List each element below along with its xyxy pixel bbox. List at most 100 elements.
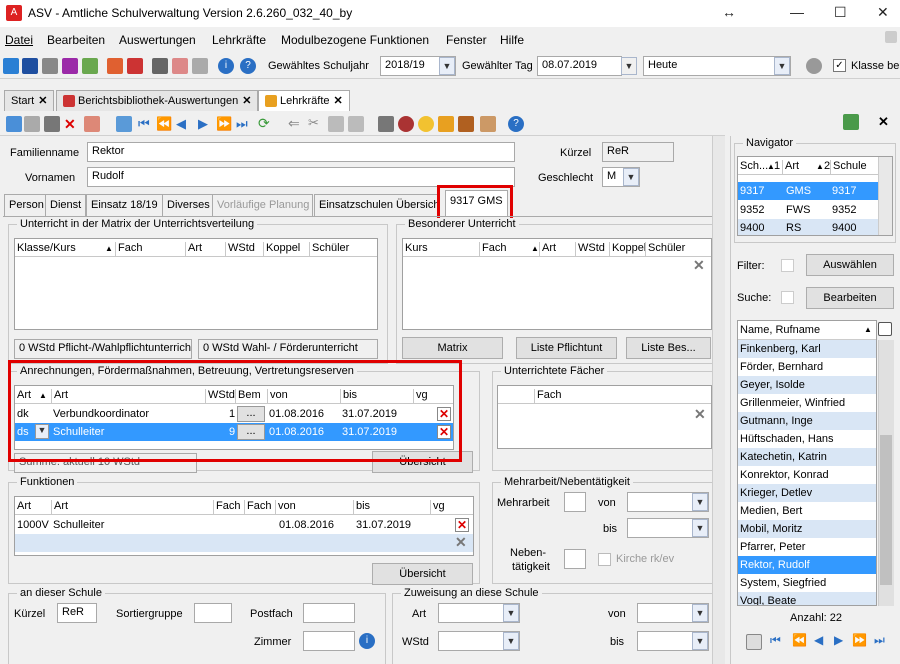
maximize-button[interactable]: ☐ <box>834 4 847 21</box>
nav-next-page-icon[interactable]: ⏩ <box>852 633 867 647</box>
chevron-down-icon[interactable]: ▼ <box>503 632 519 650</box>
menu-auswertungen[interactable]: Auswertungen <box>119 33 196 47</box>
list-item[interactable]: Hüftschaden, Hans <box>738 430 876 448</box>
school-row[interactable]: 9352 FWS 9352 <box>738 201 878 219</box>
tab-dienst[interactable]: Dienst <box>45 194 87 216</box>
card-icon[interactable] <box>22 58 38 74</box>
menu-modulbezogene[interactable]: Modulbezogene Funktionen <box>281 33 429 47</box>
chevron-down-icon[interactable]: ▼ <box>692 519 708 537</box>
help-icon[interactable]: ? <box>508 116 524 132</box>
menu-datei[interactable]: Datei <box>5 33 33 47</box>
col-art[interactable]: Art <box>15 500 31 514</box>
refresh-icon[interactable]: ⟳ <box>258 115 270 132</box>
col-schueler[interactable]: Schüler <box>309 242 349 256</box>
mehrarbeit-field[interactable] <box>564 492 586 512</box>
auswaehlen-button[interactable]: Auswählen <box>806 254 894 276</box>
delete-row-icon[interactable]: ✕ <box>455 534 467 551</box>
chevron-down-icon[interactable]: ▼ <box>774 57 790 75</box>
col-art[interactable]: Art <box>539 242 556 256</box>
content-scrollbar[interactable] <box>712 136 725 664</box>
close-navigator-icon[interactable]: ✕ <box>878 114 889 130</box>
arrow-left-icon[interactable]: ⇐ <box>288 115 300 132</box>
funktionen-grid[interactable]: Art Art Fach Fach von bis vg 1000V Schul… <box>14 496 474 556</box>
schule-kuerzel-field[interactable]: ReR <box>57 603 97 623</box>
kirche-checkbox[interactable] <box>598 553 611 566</box>
nav-next-icon[interactable]: ▶ <box>198 116 208 132</box>
book-icon[interactable] <box>107 58 123 74</box>
chevron-down-icon[interactable]: ▼ <box>692 632 708 650</box>
table-icon[interactable] <box>84 116 100 132</box>
delete-icon[interactable]: ✕ <box>64 116 80 132</box>
board-icon[interactable] <box>62 58 78 74</box>
scroll-thumb[interactable] <box>880 435 892 585</box>
new-icon[interactable] <box>6 116 22 132</box>
print-icon[interactable] <box>378 116 394 132</box>
col-art[interactable]: Art <box>782 160 799 174</box>
list-item[interactable]: Gutmann, Inge <box>738 412 876 430</box>
nav-first-icon[interactable]: ⏮ <box>770 633 781 648</box>
school-row[interactable]: 9400 RS 9400 <box>738 219 878 235</box>
col-bis[interactable]: bis <box>353 500 370 514</box>
col-art-bez[interactable]: Art <box>51 500 68 514</box>
calendar-icon[interactable] <box>127 58 143 74</box>
tab-diverses[interactable]: Diverses <box>162 194 215 216</box>
list-item[interactable]: Förder, Bernhard <box>738 358 876 376</box>
minimize-button[interactable]: — <box>790 4 804 20</box>
calendar-dropdown[interactable]: ▼ <box>621 57 637 75</box>
list-item[interactable]: System, Siegfried <box>738 574 876 592</box>
col-fach[interactable]: Fach <box>479 242 506 256</box>
nav-prev-icon[interactable]: ◀ <box>176 116 186 132</box>
col-vg[interactable]: vg <box>430 500 445 514</box>
info-icon[interactable]: i <box>218 58 234 74</box>
document-icon[interactable] <box>116 116 132 132</box>
menu-hilfe[interactable]: Hilfe <box>500 33 524 47</box>
chevron-down-icon[interactable]: ▼ <box>439 57 455 75</box>
list-item[interactable]: Pfarrer, Peter <box>738 538 876 556</box>
matrix-button[interactable]: Matrix <box>402 337 503 359</box>
list-settings-icon[interactable] <box>878 322 892 336</box>
list-item-selected[interactable]: Rektor, Rudolf <box>738 556 876 574</box>
chevron-down-icon[interactable]: ▼ <box>692 493 708 511</box>
delete-row-icon[interactable]: ✕ <box>693 257 705 274</box>
chevron-down-icon[interactable]: ▼ <box>692 604 708 622</box>
nav-prev-page-icon[interactable]: ⏪ <box>792 633 807 647</box>
school-row-selected[interactable]: 9317 GMS 9317 <box>738 182 878 200</box>
bulb-icon[interactable] <box>418 116 434 132</box>
list-item[interactable]: Finkenberg, Karl <box>738 340 876 358</box>
info-icon[interactable]: i <box>359 633 375 649</box>
menu-fenster[interactable]: Fenster <box>446 33 487 47</box>
nav-prev-icon[interactable]: ◀ <box>814 633 823 647</box>
col-klasse[interactable]: Klasse/Kurs <box>15 242 76 256</box>
list-item[interactable]: Medien, Bert <box>738 502 876 520</box>
filter-checkbox[interactable] <box>781 259 794 272</box>
scissors-icon[interactable]: ✂ <box>308 115 319 131</box>
nav-first-icon[interactable]: ⏮ <box>138 116 150 132</box>
faecher-grid[interactable]: Fach ✕ <box>497 385 712 449</box>
paste-icon[interactable] <box>348 116 364 132</box>
table-row[interactable]: 1000V Schulleiter 01.08.2016 31.07.2019 … <box>15 516 473 534</box>
copy-icon[interactable] <box>328 116 344 132</box>
close-button[interactable]: ✕ <box>877 4 889 21</box>
list-item[interactable]: Geyer, Isolde <box>738 376 876 394</box>
liste-bes-button[interactable]: Liste Bes... <box>626 337 711 359</box>
tab-person[interactable]: Person <box>4 194 49 216</box>
nebentaetigkeit-field[interactable] <box>564 549 586 569</box>
chevron-down-icon[interactable]: ▼ <box>503 604 519 622</box>
user-icon[interactable] <box>806 58 822 74</box>
tag-field[interactable]: 08.07.2019 <box>537 56 622 76</box>
col-schule[interactable]: Schule <box>830 160 867 174</box>
delete-row-icon[interactable]: ✕ <box>455 518 469 532</box>
tab-einsatzschulen[interactable]: Einsatzschulen Übersicht <box>314 194 439 216</box>
col-wstd[interactable]: WStd <box>575 242 605 256</box>
list-item[interactable]: Mobil, Moritz <box>738 520 876 538</box>
copy-icon[interactable] <box>152 58 168 74</box>
list-header[interactable]: Name, Rufname ▲ <box>738 321 876 340</box>
besonderer-grid[interactable]: Kurs Fach ▲ Art WStd Koppel Schüler ✕ <box>402 238 712 330</box>
select-all-icon[interactable] <box>746 634 762 650</box>
school-grid[interactable]: Sch... ▲ 1 Art ▲ 2 Schule 9317 GMS 9317 … <box>737 156 893 236</box>
postfach-field[interactable] <box>303 603 355 623</box>
heute-select[interactable]: Heute <box>643 56 791 76</box>
sortiergruppe-field[interactable] <box>194 603 232 623</box>
list-item[interactable]: Krieger, Detlev <box>738 484 876 502</box>
settings-icon[interactable] <box>172 58 188 74</box>
